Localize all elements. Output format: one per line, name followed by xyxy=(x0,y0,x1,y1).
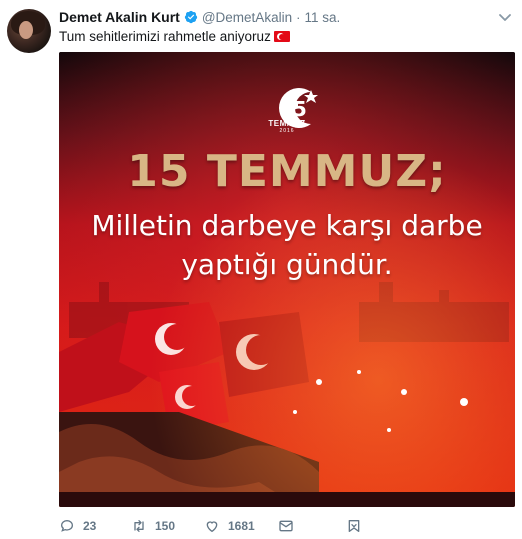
tweet-actions: 23 150 1681 xyxy=(59,516,379,536)
save-icon xyxy=(348,520,360,532)
save-button[interactable] xyxy=(346,516,370,536)
reply-button[interactable]: 23 xyxy=(59,516,96,536)
image-headline: 15 TEMMUZ; xyxy=(127,146,447,197)
retweet-button[interactable]: 150 xyxy=(131,516,175,536)
author-handle[interactable]: @DemetAkalin xyxy=(202,10,292,25)
image-subline-1: Milletin darbeye karşı darbe xyxy=(91,209,483,242)
tweet-text-row: Tum sehitlerimizi rahmetle aniyoruz xyxy=(59,29,290,44)
like-button[interactable]: 1681 xyxy=(204,516,255,536)
retweet-count: 150 xyxy=(155,519,176,533)
like-icon xyxy=(206,521,218,533)
verified-badge-icon xyxy=(184,10,198,24)
tweet: Demet Akalin Kurt @DemetAkalin · 11 sa. … xyxy=(0,0,522,539)
tweet-text: Tum sehitlerimizi rahmetle aniyoruz xyxy=(59,29,271,44)
tweet-image[interactable]: 15 TEMMUZ 2016 15 TEMMUZ; Milletin darbe… xyxy=(59,52,515,507)
avatar-face xyxy=(19,21,33,39)
image-bottom-band xyxy=(59,492,515,507)
logo-number: 15 xyxy=(279,97,307,121)
logo-label: TEMMUZ xyxy=(268,119,306,128)
author-name[interactable]: Demet Akalin Kurt xyxy=(59,9,180,25)
retweet-icon xyxy=(134,520,144,532)
tweet-timestamp[interactable]: 11 sa. xyxy=(304,10,340,25)
separator-dot: · xyxy=(296,9,301,25)
reply-count: 23 xyxy=(83,519,97,533)
like-count: 1681 xyxy=(228,519,255,533)
message-icon xyxy=(279,520,293,532)
tweet-header: Demet Akalin Kurt @DemetAkalin · 11 sa. xyxy=(59,8,340,26)
turkish-flag-icon xyxy=(273,31,290,42)
message-button[interactable] xyxy=(278,516,302,536)
chevron-down-icon[interactable] xyxy=(499,10,511,21)
image-subline-2: yaptığı gündür. xyxy=(181,248,393,281)
reply-icon xyxy=(60,519,74,532)
logo-year: 2016 xyxy=(279,128,295,134)
avatar[interactable] xyxy=(7,9,51,53)
